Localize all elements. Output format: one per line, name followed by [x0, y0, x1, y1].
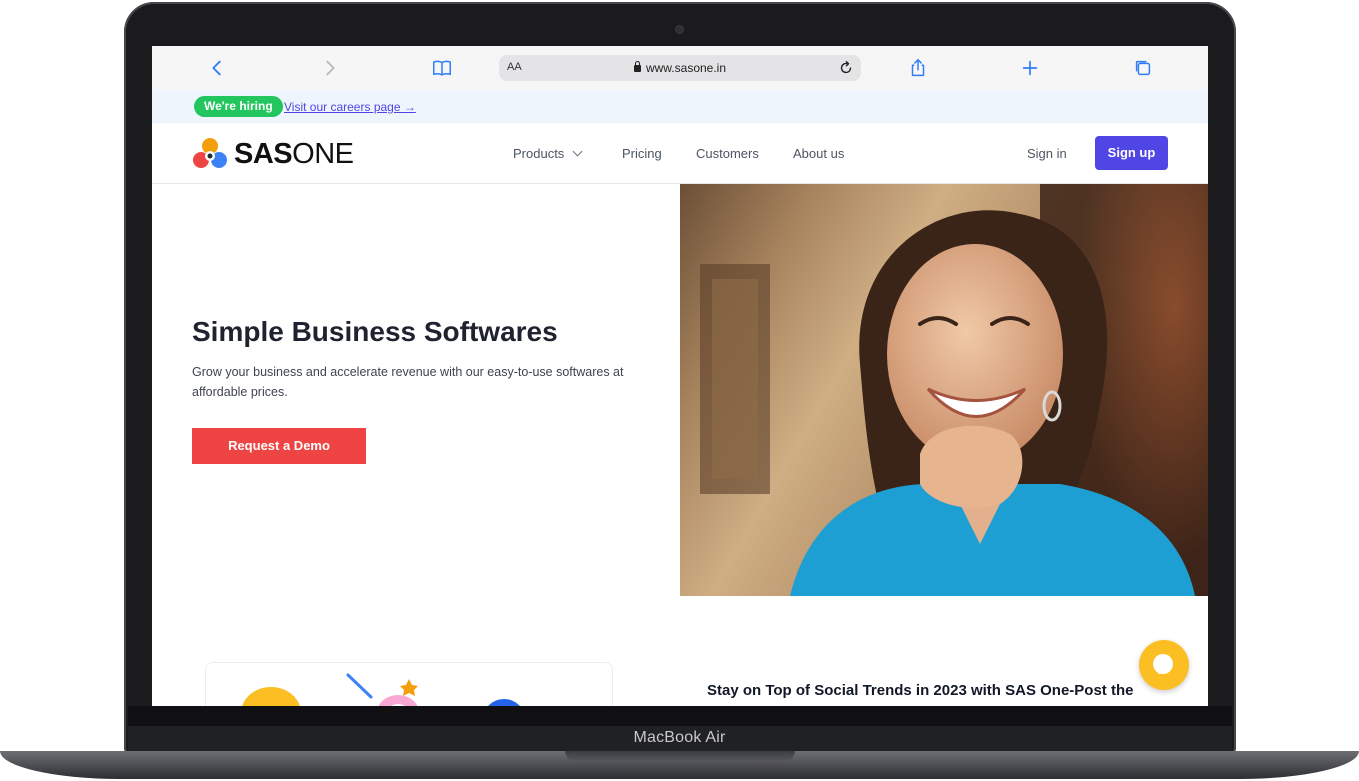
hiring-banner: We're hiring Visit our careers page → — [152, 90, 1208, 123]
chat-widget-button[interactable] — [1139, 640, 1189, 690]
hero-title: Simple Business Softwares — [192, 316, 558, 347]
nav-products[interactable]: Products — [513, 146, 583, 161]
bezel-bottom — [128, 706, 1232, 728]
logo-text: SASONE — [234, 137, 354, 171]
chat-bubble-icon — [1153, 654, 1173, 674]
browser-toolbar: AA www.sasone.in — [152, 46, 1208, 91]
screen: AA www.sasone.in We're hiring Visit our … — [152, 46, 1208, 706]
careers-link[interactable]: Visit our careers page → — [284, 100, 416, 114]
feature-card — [205, 662, 613, 706]
hero-subtitle: Grow your business and accelerate revenu… — [192, 365, 624, 399]
new-tab-button[interactable] — [1017, 56, 1043, 80]
nav-pricing[interactable]: Pricing — [622, 146, 662, 161]
request-demo-button[interactable]: Request a Demo — [192, 428, 366, 464]
camera-dot — [676, 26, 683, 33]
blog-headline[interactable]: Stay on Top of Social Trends in 2023 wit… — [707, 680, 1147, 702]
logo[interactable]: SASONE — [192, 137, 354, 171]
logo-bold: SAS — [234, 137, 293, 170]
tabs-button[interactable] — [1130, 56, 1156, 80]
bookmarks-button[interactable] — [429, 56, 455, 80]
url-text: www.sasone.in — [645, 61, 727, 75]
sign-up-button[interactable]: Sign up — [1095, 136, 1168, 170]
hero-photo-illustration — [700, 184, 1208, 596]
nav-products-label: Products — [513, 146, 565, 161]
nav-customers[interactable]: Customers — [696, 146, 759, 161]
hero-photo — [680, 184, 1208, 596]
nav-about[interactable]: About us — [793, 146, 844, 161]
sasone-logo-icon — [193, 138, 227, 168]
logo-light: ONE — [292, 137, 354, 170]
chevron-left-icon — [212, 60, 221, 76]
laptop-notch — [565, 751, 795, 761]
lock-icon — [633, 61, 641, 72]
main-nav: SASONE Products Pricing Customers About … — [152, 123, 1208, 184]
feature-illustration — [242, 673, 520, 706]
chevron-down-icon — [572, 146, 583, 157]
book-icon — [433, 60, 451, 76]
chevron-right-icon — [326, 60, 335, 76]
plus-icon — [1022, 60, 1038, 76]
tabs-icon — [1135, 60, 1151, 76]
back-button[interactable] — [204, 56, 230, 80]
share-icon — [911, 59, 925, 77]
forward-button[interactable] — [317, 56, 343, 80]
hiring-badge: We're hiring — [194, 96, 283, 117]
address-bar[interactable]: AA www.sasone.in — [499, 55, 861, 81]
sign-in-link[interactable]: Sign in — [1027, 146, 1067, 161]
reload-button[interactable] — [837, 59, 855, 77]
share-button[interactable] — [905, 56, 931, 80]
url-display: www.sasone.in — [499, 61, 861, 75]
device-label: MacBook Air — [633, 729, 726, 746]
reload-icon — [840, 60, 852, 74]
